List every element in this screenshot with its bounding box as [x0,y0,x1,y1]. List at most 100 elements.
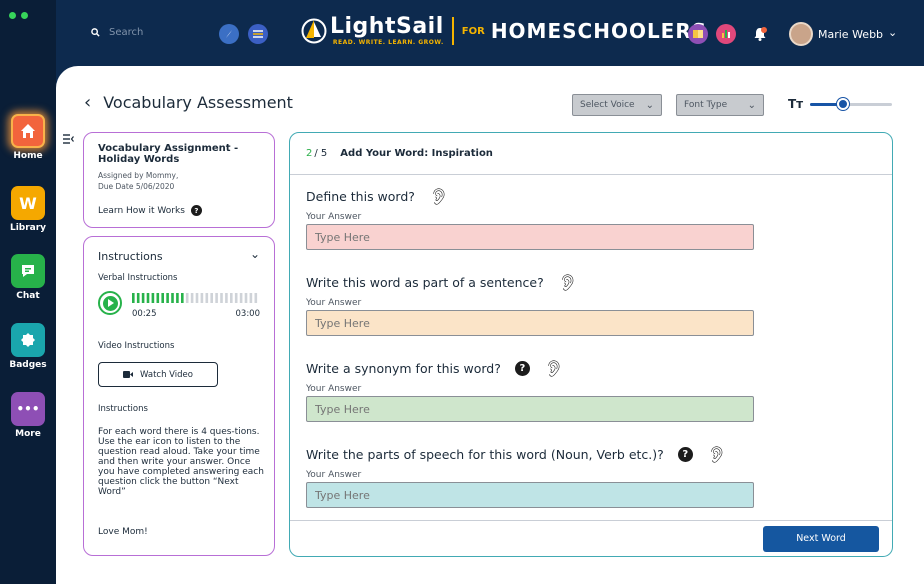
font-type-value: Font Type [684,100,728,110]
sidebar-item-label: More [15,429,41,439]
page-title: Vocabulary Assessment [103,93,293,112]
question-text: Write a synonym for this word? [306,361,501,376]
audio-waveform[interactable] [132,293,260,303]
answer-label: Your Answer [306,384,362,394]
voice-select[interactable]: Select Voice ⌄ [572,94,662,116]
play-button[interactable] [98,291,122,315]
help-icon: ? [190,205,202,216]
instructions-heading: Instructions [98,250,163,263]
help-icon[interactable]: ? [677,447,693,462]
sidebar-item-label: Home [13,151,43,161]
top-bar: Search LightSail READ. WRITE. LEARN. GRO… [56,0,924,68]
learn-how-link[interactable]: Learn How it Works ? [98,205,202,216]
chevron-down-icon: ⌄ [888,25,898,39]
audio-total-time: 03:00 [235,309,261,319]
help-icon[interactable]: ? [514,361,530,376]
waveform-bar [132,293,135,303]
question-text: Write this word as part of a sentence? [306,275,544,290]
sidebar-item-chat[interactable]: Chat [0,254,56,301]
logo-for: FOR [461,25,485,37]
audio-current-time: 00:25 [132,309,157,319]
ear-listen-icon[interactable]: 👂︎ [429,188,449,204]
text-size-icon: Tт [788,97,804,111]
waveform-bar [230,293,233,303]
sidebar-item-label: Library [9,223,47,233]
instructions-body: For each word there is 4 ques-tions. Use… [98,427,264,497]
sidebar-item-home[interactable]: Home [0,114,56,161]
chevron-down-icon: ⌄ [747,99,756,111]
page-header: ‹ Vocabulary Assessment [84,93,293,112]
font-size-slider-knob[interactable] [836,98,849,110]
watch-video-label: Watch Video [140,369,193,380]
waveform-bar [151,293,155,303]
app-logo[interactable]: LightSail READ. WRITE. LEARN. GROW. FOR … [301,16,707,46]
chevron-down-icon: ⌄ [645,99,654,111]
question-item: Write a synonym for this word? ? 👂︎ Your… [306,360,754,422]
ear-listen-icon[interactable]: 👂︎ [544,360,564,376]
user-menu[interactable]: Marie Webb ⌄ [789,22,897,46]
video-instructions-label: Video Instructions [98,341,175,351]
ear-listen-icon[interactable]: 👂︎ [707,446,727,462]
waveform-bar [244,293,248,303]
search-icon [91,28,100,37]
book-icon[interactable] [688,24,708,44]
sidebar-item-library[interactable]: W Library [0,186,56,233]
stats-icon[interactable] [716,24,736,44]
waveform-bar [161,293,164,303]
font-size-slider[interactable] [810,98,892,110]
home-icon [11,114,45,148]
question-item: Write this word as part of a sentence? 👂… [306,274,754,336]
collapse-panel-icon[interactable] [63,134,74,147]
sidebar-item-badges[interactable]: Badges [0,323,56,370]
back-icon[interactable]: ‹ [84,93,91,111]
waveform-bar [171,293,174,303]
waveform-bar [215,293,218,303]
waveform-bar [239,293,243,303]
waveform-bar [136,293,140,303]
waveform-bar [176,293,179,303]
waveform-bar [200,293,204,303]
question-text: Define this word? [306,189,415,204]
waveform-bar [249,293,253,303]
instructions-text-label: Instructions [98,404,148,414]
compass-icon[interactable] [219,24,239,44]
waveform-bar [190,293,194,303]
avatar [789,22,813,46]
logo-name: LightSail [330,14,444,39]
answer-input[interactable] [306,396,754,422]
answer-label: Your Answer [306,212,362,222]
sidebar-item-label: Chat [16,291,40,301]
main-content: ‹ Vocabulary Assessment Select Voice ⌄ F… [56,66,924,584]
ear-listen-icon[interactable]: 👂︎ [558,274,578,290]
assigned-by: Assigned by Mommy, [98,171,179,180]
waveform-bar [234,293,238,303]
library-icon: W [11,186,45,220]
question-item: Define this word? 👂︎ Your Answer [306,188,754,250]
progress-total: / 5 [314,148,328,159]
font-type-select[interactable]: Font Type ⌄ [676,94,764,116]
learn-how-label: Learn How it Works [98,205,185,216]
chevron-down-icon[interactable]: ⌄ [250,247,260,261]
answer-label: Your Answer [306,298,362,308]
waveform-bar [185,293,189,303]
settings-sliders-icon[interactable] [248,24,268,44]
waveform-bar [156,293,160,303]
answer-input[interactable] [306,482,754,508]
answer-input[interactable] [306,224,754,250]
bell-icon[interactable] [750,24,770,44]
waveform-bar [195,293,199,303]
watch-video-button[interactable]: Watch Video [98,362,218,387]
verbal-instructions-label: Verbal Instructions [98,273,178,283]
questions-header: 2 / 5 Add Your Word: Inspiration [290,133,892,175]
sidebar-item-more[interactable]: ••• More [0,392,56,439]
window-dots [9,12,28,19]
play-icon [102,295,118,311]
app-window: Home W Library Chat Badges ••• More Sear… [0,0,924,584]
next-word-button[interactable]: Next Word [763,526,879,552]
answer-input[interactable] [306,310,754,336]
question-text: Write the parts of speech for this word … [306,447,664,462]
instructions-card: Instructions ⌄ Verbal Instructions 00:25… [83,236,275,556]
more-glyph: ••• [16,402,40,416]
search-box[interactable]: Search [91,27,143,38]
chat-icon [11,254,45,288]
